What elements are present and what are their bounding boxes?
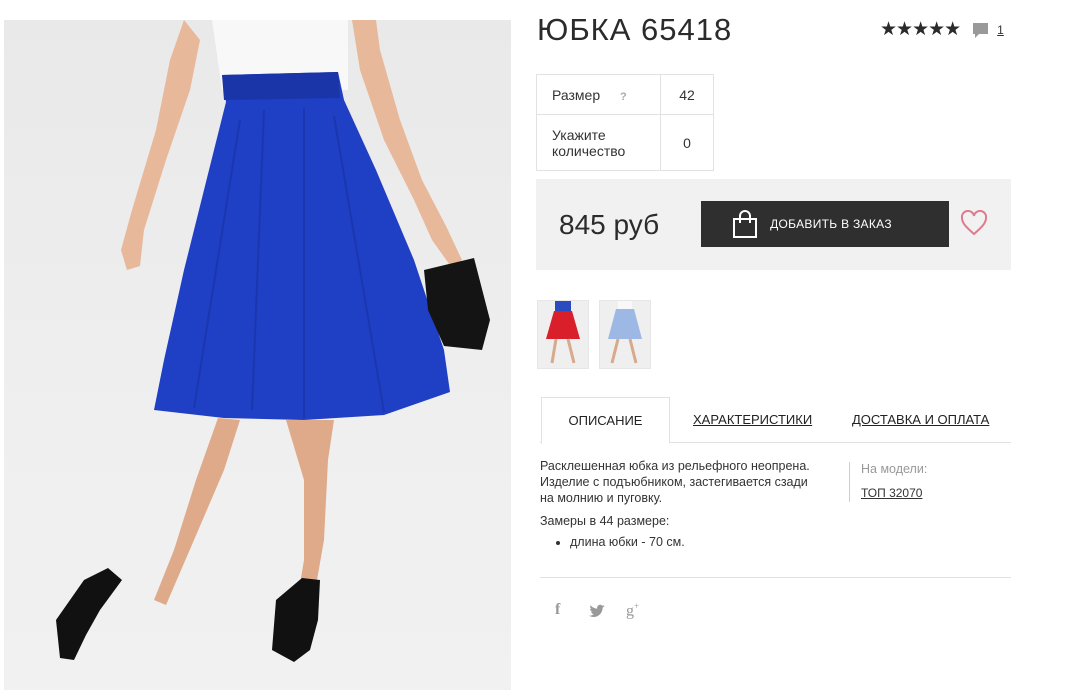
quantity-label-cell: Укажите количество xyxy=(536,114,661,171)
quantity-label-line2: количество xyxy=(552,142,626,159)
comment-icon[interactable] xyxy=(972,22,989,39)
size-label: Размер xyxy=(552,86,601,103)
measures-list: длина юбки - 70 см. xyxy=(540,534,840,550)
google-plus-icon[interactable]: g+ xyxy=(626,601,639,620)
tab-description[interactable]: ОПИСАНИЕ xyxy=(541,397,670,444)
info-tabs: ОПИСАНИЕ ХАРАКТЕРИСТИКИ ДОСТАВКА И ОПЛАТ… xyxy=(540,397,1011,444)
size-select[interactable]: 42 xyxy=(660,74,714,115)
description-line: Изделие с подъюбником, застегивается сза… xyxy=(540,475,808,489)
star-icon[interactable]: ★★★★★ xyxy=(880,20,961,40)
comment-count-link[interactable]: 1 xyxy=(997,23,1004,37)
price-panel: 845 руб ДОБАВИТЬ В ЗАКАЗ xyxy=(536,179,1011,270)
price: 845 руб xyxy=(559,209,660,240)
quantity-label-line1: Укажите xyxy=(552,126,606,143)
add-to-order-label: ДОБАВИТЬ В ЗАКАЗ xyxy=(770,217,892,231)
product-title: ЮБКА 65418 xyxy=(537,12,733,47)
rating: ★★★★★ 1 xyxy=(880,20,1004,40)
help-icon[interactable]: ? xyxy=(620,91,627,103)
add-to-order-button[interactable]: ДОБАВИТЬ В ЗАКАЗ xyxy=(701,201,949,247)
options-table: Размер ? 42 Укажите количество 0 xyxy=(536,74,714,171)
description-line: на молнию и пуговку. xyxy=(540,491,663,505)
tab-characteristics[interactable]: ХАРАКТЕРИСТИКИ xyxy=(693,397,812,441)
measures-item: длина юбки - 70 см. xyxy=(570,534,840,550)
model-label: На модели: xyxy=(861,462,928,476)
bag-icon xyxy=(733,210,758,238)
description: Расклешенная юбка из рельефного неопрена… xyxy=(540,458,840,550)
twitter-icon[interactable] xyxy=(589,604,605,618)
quantity-input[interactable]: 0 xyxy=(660,114,714,171)
description-line: Расклешенная юбка из рельефного неопрена… xyxy=(540,459,810,473)
main-product-photo[interactable] xyxy=(4,20,511,690)
facebook-icon[interactable]: f xyxy=(555,601,560,619)
size-label-cell: Размер ? xyxy=(536,74,661,115)
model-top-link[interactable]: ТОП 32070 xyxy=(861,486,927,500)
heart-icon[interactable] xyxy=(960,210,988,236)
model-info: На модели: ТОП 32070 xyxy=(849,462,927,502)
tab-delivery[interactable]: ДОСТАВКА И ОПЛАТА xyxy=(852,397,989,441)
measures-label: Замеры в 44 размере: xyxy=(540,514,670,528)
thumbnail-red-skirt[interactable] xyxy=(537,300,589,369)
divider xyxy=(540,577,1011,578)
thumbnail-blue-skirt[interactable] xyxy=(599,300,651,369)
